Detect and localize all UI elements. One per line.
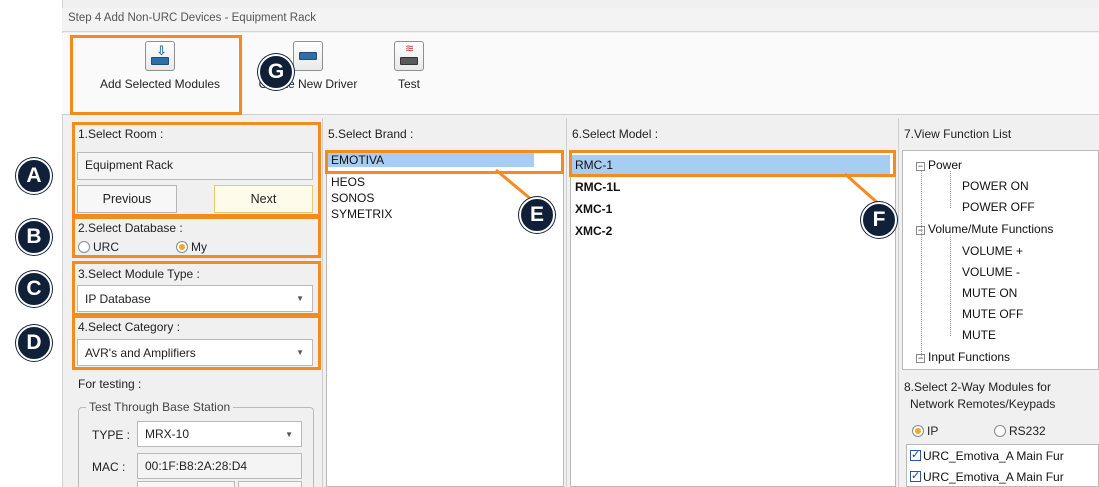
callout-line-e: [495, 168, 533, 202]
callout-badge-c: C: [16, 271, 52, 307]
callout-badge-g: G: [258, 54, 294, 90]
callout-badge-e: E: [519, 197, 555, 233]
callout-badge-d: D: [16, 325, 52, 361]
callout-badge-b: B: [16, 219, 52, 255]
callout-badge-a: A: [16, 158, 52, 194]
callout-badge-f: F: [861, 202, 897, 238]
callout-lines: [495, 168, 881, 207]
callout-line-f: [844, 172, 881, 207]
